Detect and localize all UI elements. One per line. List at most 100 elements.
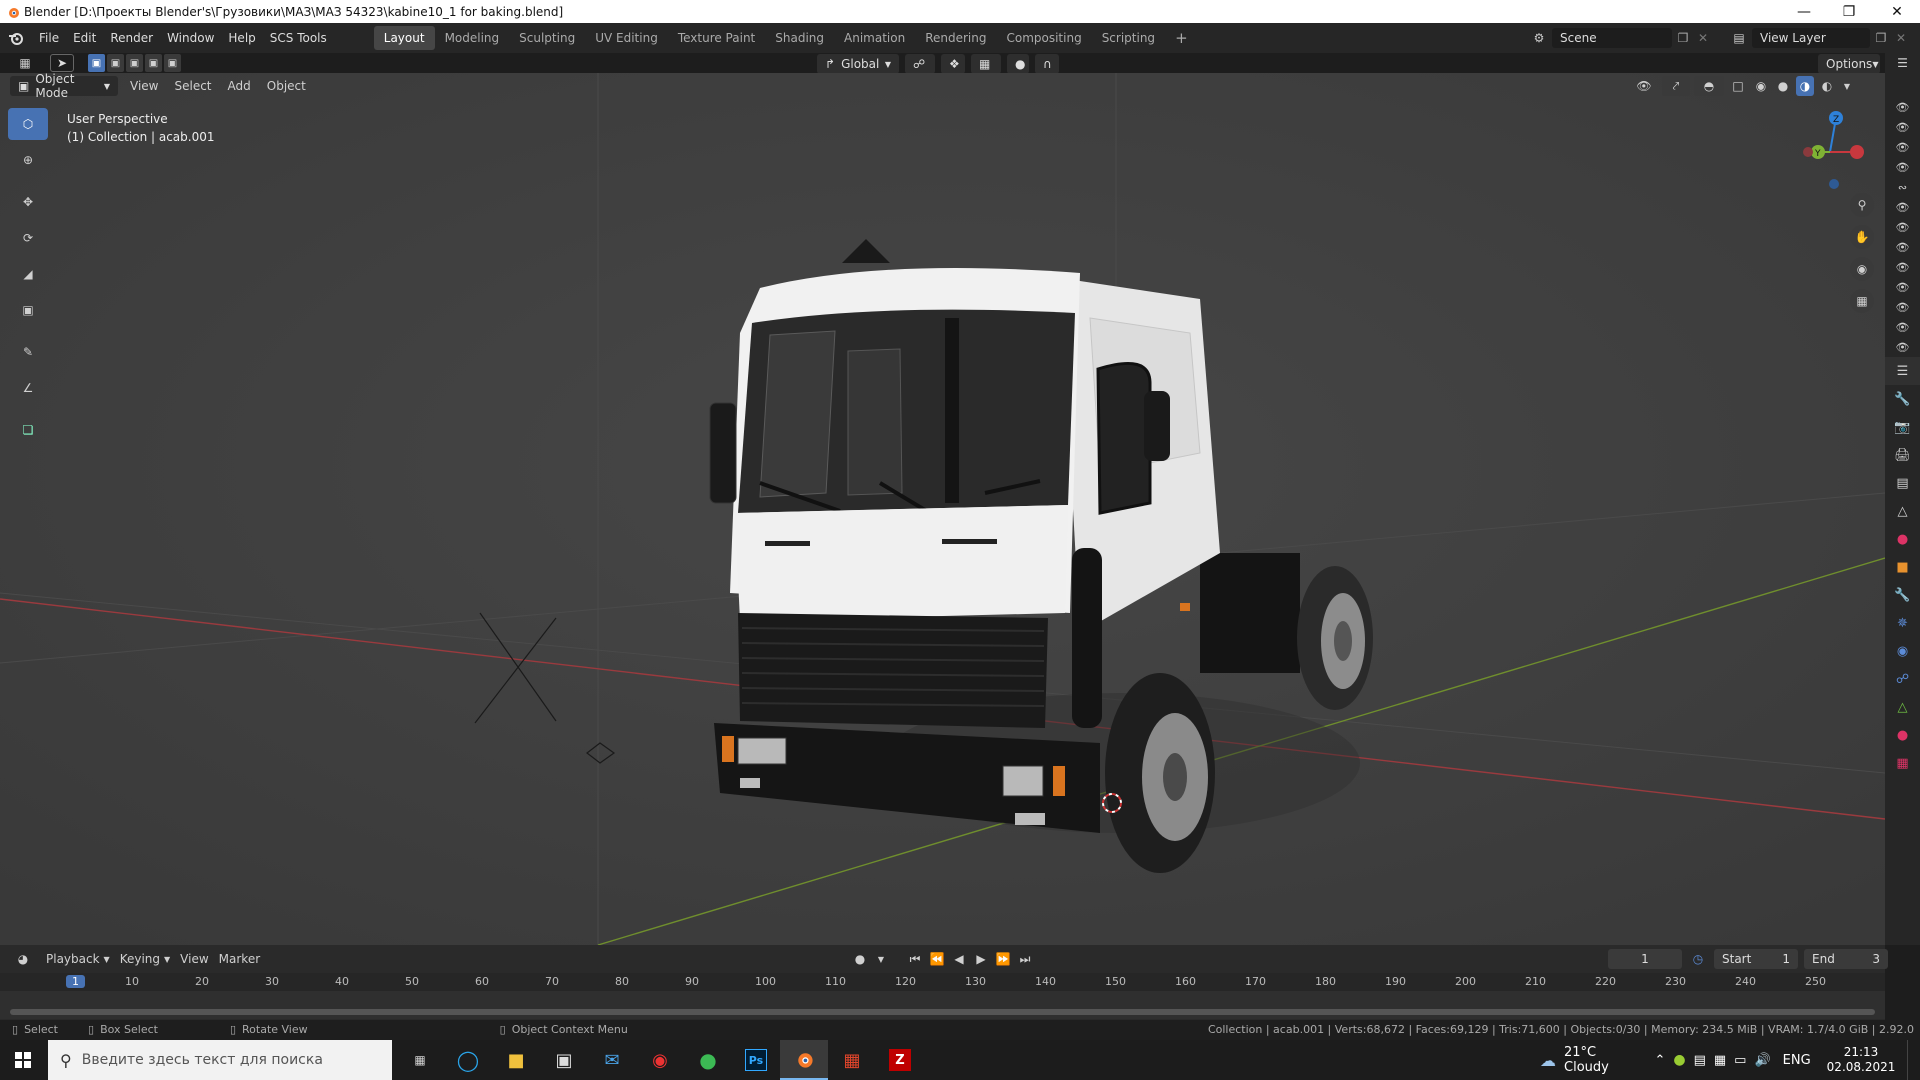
tab-uv-editing[interactable]: UV Editing (585, 26, 668, 50)
material-properties-icon[interactable]: ● (1885, 721, 1920, 749)
scene-properties-icon[interactable]: △ (1885, 497, 1920, 525)
add-workspace-icon[interactable]: + (1165, 24, 1198, 52)
language-label[interactable]: ENG (1783, 1053, 1811, 1068)
outliner-editor-icon[interactable]: ☰ (1885, 53, 1920, 73)
windows-start-icon[interactable] (0, 1040, 46, 1080)
shading-options-icon[interactable]: ▼ (1840, 76, 1854, 96)
view-layer-properties-icon[interactable]: ▤ (1885, 469, 1920, 497)
timeline-menu-view[interactable]: View (180, 952, 208, 966)
new-view-layer-icon[interactable]: ❐ (1870, 31, 1892, 45)
gizmo-toggle-icon[interactable]: ⤤ (1662, 76, 1690, 96)
viewport-menu-select[interactable]: Select (170, 79, 215, 93)
timeline-menu-playback[interactable]: Playback (46, 952, 100, 966)
network-icon[interactable]: ▭ (1734, 1053, 1746, 1068)
transform-tool[interactable]: ▣ (8, 294, 48, 326)
editor-type-icon[interactable]: ▦ (10, 53, 40, 73)
frame-ruler[interactable]: 1 10 20 30 40 50 60 70 80 90 100 110 120 130 140 150 160… (0, 973, 1885, 991)
gizmo-x-handle[interactable] (1850, 145, 1864, 159)
clock[interactable]: 21:13 02.08.2021 (1827, 1045, 1896, 1075)
pivot-point-dropdown[interactable]: ☍ (905, 54, 935, 74)
visibility-eye-icon[interactable]: 👁 (1885, 237, 1920, 257)
volume-icon[interactable]: 🔊 (1754, 1053, 1770, 1068)
wireframe-shading-icon[interactable]: ◉ (1752, 76, 1770, 96)
tray-app-icon[interactable]: ● (1673, 1052, 1685, 1068)
weather-label[interactable]: 21°C Cloudy (1564, 1045, 1636, 1075)
visibility-eye-icon[interactable]: 👁 (1885, 157, 1920, 177)
view-layer-field[interactable]: View Layer (1752, 28, 1870, 48)
timeline-scrollbar[interactable] (10, 1009, 1875, 1015)
play-icon[interactable]: ▶ (972, 952, 990, 966)
remove-view-layer-icon[interactable]: ✕ (1892, 31, 1910, 45)
timeline-editor-type-icon[interactable]: ◕ (10, 952, 36, 966)
texture-properties-icon[interactable]: ▦ (1885, 749, 1920, 777)
transform-orientation-dropdown[interactable]: ↱ Global ▼ (817, 54, 899, 74)
record-keyframe-icon[interactable]: ● (850, 952, 870, 966)
rotate-tool[interactable]: ⟳ (8, 222, 48, 254)
select-tool-icon[interactable]: ➤ (50, 54, 74, 72)
remove-scene-icon[interactable]: ✕ (1694, 31, 1712, 45)
task-view-icon[interactable]: ▦ (396, 1040, 444, 1080)
tab-shading[interactable]: Shading (765, 26, 834, 50)
new-scene-icon[interactable]: ❐ (1672, 31, 1694, 45)
tab-layout[interactable]: Layout (373, 26, 435, 50)
particles-properties-icon[interactable]: ✵ (1885, 609, 1920, 637)
proportional-falloff-dropdown[interactable]: ∩ (1035, 54, 1059, 74)
world-properties-icon[interactable]: ● (1885, 525, 1920, 553)
visibility-eye-icon[interactable]: 👁 (1885, 117, 1920, 137)
jump-end-icon[interactable]: ⏭ (1016, 952, 1034, 967)
close-icon[interactable]: ✕ (1874, 0, 1920, 23)
object-mode-dropdown[interactable]: ▣ Object Mode ▼ (10, 73, 118, 100)
object-properties-icon[interactable]: ■ (1885, 553, 1920, 581)
navigation-gizmo[interactable]: Z Y (1790, 108, 1870, 198)
tray-display-icon[interactable]: ▦ (1714, 1053, 1726, 1068)
tab-rendering[interactable]: Rendering (915, 26, 996, 50)
menu-file[interactable]: File (32, 31, 66, 45)
menu-window[interactable]: Window (160, 31, 221, 45)
move-tool[interactable]: ✥ (8, 186, 48, 218)
perspective-toggle-icon[interactable]: ▦ (1850, 289, 1874, 313)
data-properties-icon[interactable]: △ (1885, 693, 1920, 721)
visibility-eye-icon[interactable]: 👁 (1885, 337, 1920, 357)
tab-scripting[interactable]: Scripting (1092, 26, 1165, 50)
store-icon[interactable]: ▣ (540, 1040, 588, 1080)
solid-shading-icon[interactable]: ● (1774, 76, 1792, 96)
recorder-app-icon[interactable]: ◉ (636, 1040, 684, 1080)
pan-hand-icon[interactable]: ✋ (1850, 225, 1874, 249)
render-properties-icon[interactable]: 📷 (1885, 413, 1920, 441)
restore-icon[interactable]: ❐ (1826, 0, 1872, 23)
playhead[interactable]: 1 (66, 975, 85, 988)
constraints-properties-icon[interactable]: ☍ (1885, 665, 1920, 693)
tab-sculpting[interactable]: Sculpting (509, 26, 585, 50)
cursor-tool[interactable]: ⊕ (8, 144, 48, 176)
tab-compositing[interactable]: Compositing (996, 26, 1091, 50)
timeline-menu-marker[interactable]: Marker (219, 952, 260, 966)
snap-target-dropdown[interactable]: ▦ (971, 54, 1001, 74)
play-reverse-icon[interactable]: ◀ (950, 952, 968, 966)
visibility-eye-icon[interactable]: 👁 (1885, 97, 1920, 117)
app-icon[interactable]: ▦ (828, 1040, 876, 1080)
visibility-eye-icon[interactable]: ∾ (1885, 177, 1920, 197)
end-frame-field[interactable]: End 3 (1804, 949, 1888, 969)
visibility-eye-icon[interactable]: 👁 (1885, 137, 1920, 157)
photoshop-icon[interactable]: Ps (732, 1040, 780, 1080)
options-dropdown[interactable]: Options ▼ (1818, 54, 1880, 74)
xray-toggle-icon[interactable]: □ (1728, 76, 1748, 96)
menu-scs-tools[interactable]: SCS Tools (263, 31, 334, 45)
select-mode-extend-icon[interactable]: ▣ (107, 54, 124, 72)
3d-viewport[interactable]: ▣ Object Mode ▼ View Select Add Object 👁… (0, 73, 1885, 945)
tool-properties-icon[interactable]: 🔧 (1885, 385, 1920, 413)
filezilla-icon[interactable]: Z (876, 1040, 924, 1080)
proportional-edit-toggle[interactable]: ● (1007, 54, 1029, 74)
tab-animation[interactable]: Animation (834, 26, 915, 50)
blender-taskbar-icon[interactable] (780, 1040, 828, 1080)
visibility-eye-icon[interactable]: 👁 (1885, 197, 1920, 217)
taskbar-search-box[interactable]: ⚲ Введите здесь текст для поиска (48, 1040, 392, 1080)
measure-tool[interactable]: ∠ (8, 372, 48, 404)
modifier-properties-icon[interactable]: 🔧 (1885, 581, 1920, 609)
visibility-icon[interactable]: 👁 (1630, 76, 1658, 96)
scene-icon[interactable]: ⚙ (1526, 28, 1552, 48)
tab-texture-paint[interactable]: Texture Paint (668, 26, 765, 50)
edge-icon[interactable]: ◯ (444, 1040, 492, 1080)
select-mode-new-icon[interactable]: ▣ (88, 54, 105, 72)
visibility-eye-icon[interactable]: 👁 (1885, 277, 1920, 297)
